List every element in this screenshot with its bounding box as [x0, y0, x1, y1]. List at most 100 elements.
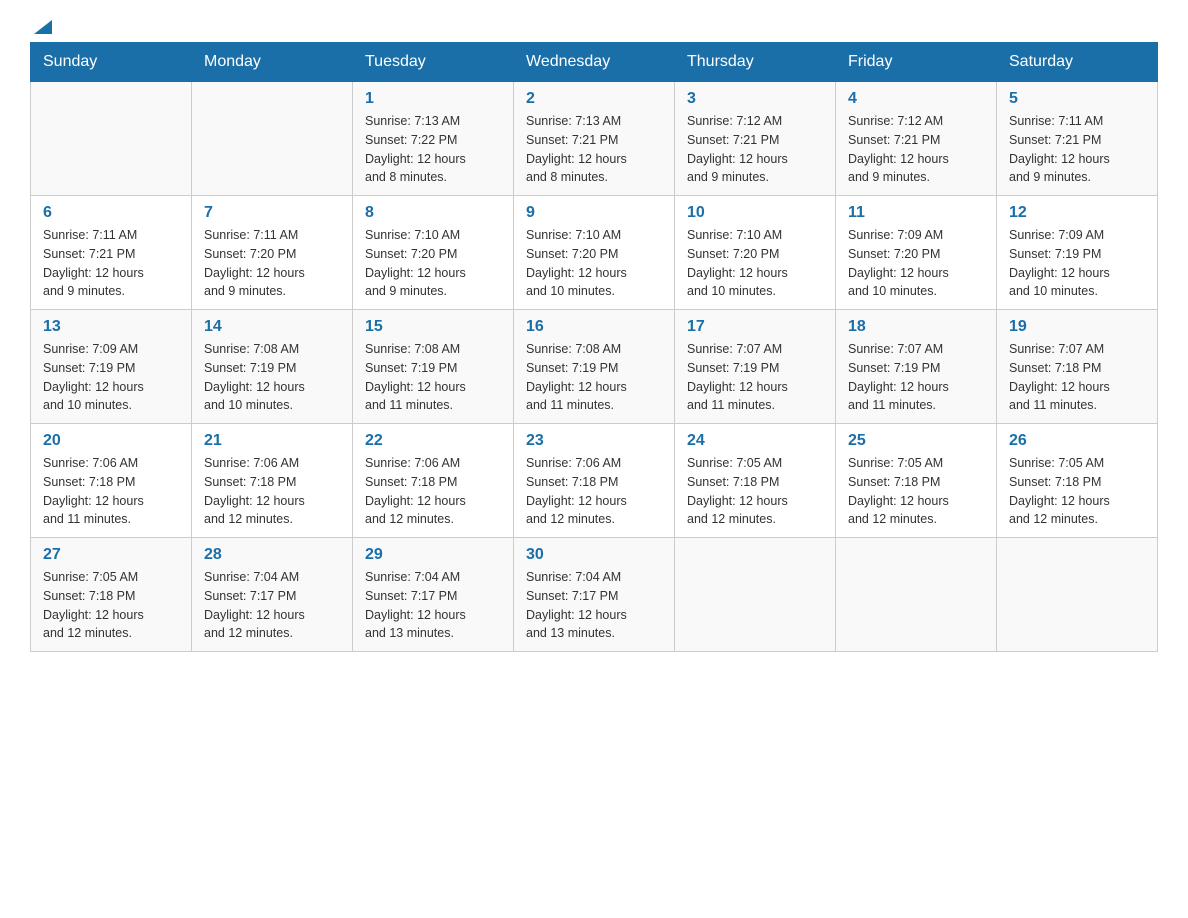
day-info: Sunrise: 7:09 AM Sunset: 7:19 PM Dayligh… [43, 340, 179, 415]
calendar-cell: 24 Sunrise: 7:05 AM Sunset: 7:18 PM Dayli… [675, 424, 836, 538]
calendar-table: SundayMondayTuesdayWednesdayThursdayFrid… [30, 42, 1158, 652]
calendar-cell: 22 Sunrise: 7:06 AM Sunset: 7:18 PM Dayli… [353, 424, 514, 538]
weekday-header-wednesday: Wednesday [514, 43, 675, 82]
day-number: 15 [365, 318, 501, 336]
day-number: 14 [204, 318, 340, 336]
weekday-header-thursday: Thursday [675, 43, 836, 82]
page-header [30, 20, 1158, 32]
day-number: 17 [687, 318, 823, 336]
day-number: 21 [204, 432, 340, 450]
day-number: 7 [204, 204, 340, 222]
calendar-cell: 5 Sunrise: 7:11 AM Sunset: 7:21 PM Daylig… [997, 82, 1158, 196]
calendar-cell [836, 538, 997, 652]
calendar-cell: 2 Sunrise: 7:13 AM Sunset: 7:21 PM Daylig… [514, 82, 675, 196]
calendar-cell [997, 538, 1158, 652]
calendar-cell: 9 Sunrise: 7:10 AM Sunset: 7:20 PM Daylig… [514, 196, 675, 310]
calendar-cell [192, 82, 353, 196]
day-number: 10 [687, 204, 823, 222]
day-info: Sunrise: 7:12 AM Sunset: 7:21 PM Dayligh… [848, 112, 984, 187]
day-info: Sunrise: 7:09 AM Sunset: 7:19 PM Dayligh… [1009, 226, 1145, 301]
day-number: 27 [43, 546, 179, 564]
calendar-body: 1 Sunrise: 7:13 AM Sunset: 7:22 PM Daylig… [31, 82, 1158, 652]
day-info: Sunrise: 7:04 AM Sunset: 7:17 PM Dayligh… [526, 568, 662, 643]
logo [30, 20, 54, 32]
calendar-cell: 16Sunrise: 7:08 AM Sunset: 7:19 PM Dayli… [514, 310, 675, 424]
day-number: 2 [526, 90, 662, 108]
calendar-cell: 12 Sunrise: 7:09 AM Sunset: 7:19 PM Dayli… [997, 196, 1158, 310]
calendar-week-row: 20 Sunrise: 7:06 AM Sunset: 7:18 PM Dayli… [31, 424, 1158, 538]
day-number: 12 [1009, 204, 1145, 222]
day-number: 20 [43, 432, 179, 450]
day-number: 5 [1009, 90, 1145, 108]
calendar-cell: 1 Sunrise: 7:13 AM Sunset: 7:22 PM Daylig… [353, 82, 514, 196]
calendar-cell: 17 Sunrise: 7:07 AM Sunset: 7:19 PM Dayli… [675, 310, 836, 424]
calendar-week-row: 13Sunrise: 7:09 AM Sunset: 7:19 PM Dayli… [31, 310, 1158, 424]
day-info: Sunrise: 7:11 AM Sunset: 7:21 PM Dayligh… [43, 226, 179, 301]
calendar-cell: 14 Sunrise: 7:08 AM Sunset: 7:19 PM Dayli… [192, 310, 353, 424]
day-number: 11 [848, 204, 984, 222]
day-info: Sunrise: 7:12 AM Sunset: 7:21 PM Dayligh… [687, 112, 823, 187]
calendar-cell [31, 82, 192, 196]
day-info: Sunrise: 7:08 AM Sunset: 7:19 PM Dayligh… [365, 340, 501, 415]
day-number: 25 [848, 432, 984, 450]
day-info: Sunrise: 7:11 AM Sunset: 7:21 PM Dayligh… [1009, 112, 1145, 187]
day-number: 23 [526, 432, 662, 450]
calendar-cell: 13Sunrise: 7:09 AM Sunset: 7:19 PM Dayli… [31, 310, 192, 424]
day-info: Sunrise: 7:10 AM Sunset: 7:20 PM Dayligh… [526, 226, 662, 301]
calendar-cell: 19Sunrise: 7:07 AM Sunset: 7:18 PM Dayli… [997, 310, 1158, 424]
day-info: Sunrise: 7:07 AM Sunset: 7:19 PM Dayligh… [687, 340, 823, 415]
calendar-cell: 8Sunrise: 7:10 AM Sunset: 7:20 PM Daylig… [353, 196, 514, 310]
day-info: Sunrise: 7:11 AM Sunset: 7:20 PM Dayligh… [204, 226, 340, 301]
calendar-cell: 26 Sunrise: 7:05 AM Sunset: 7:18 PM Dayli… [997, 424, 1158, 538]
calendar-cell: 23 Sunrise: 7:06 AM Sunset: 7:18 PM Dayli… [514, 424, 675, 538]
day-info: Sunrise: 7:13 AM Sunset: 7:21 PM Dayligh… [526, 112, 662, 187]
day-number: 24 [687, 432, 823, 450]
logo-triangle-icon [32, 16, 54, 38]
calendar-cell: 3 Sunrise: 7:12 AM Sunset: 7:21 PM Daylig… [675, 82, 836, 196]
day-info: Sunrise: 7:05 AM Sunset: 7:18 PM Dayligh… [1009, 454, 1145, 529]
day-info: Sunrise: 7:05 AM Sunset: 7:18 PM Dayligh… [43, 568, 179, 643]
day-info: Sunrise: 7:04 AM Sunset: 7:17 PM Dayligh… [204, 568, 340, 643]
day-info: Sunrise: 7:05 AM Sunset: 7:18 PM Dayligh… [687, 454, 823, 529]
calendar-cell: 15 Sunrise: 7:08 AM Sunset: 7:19 PM Dayli… [353, 310, 514, 424]
calendar-cell: 29Sunrise: 7:04 AM Sunset: 7:17 PM Dayli… [353, 538, 514, 652]
day-number: 8 [365, 204, 501, 222]
day-info: Sunrise: 7:10 AM Sunset: 7:20 PM Dayligh… [687, 226, 823, 301]
calendar-cell: 25Sunrise: 7:05 AM Sunset: 7:18 PM Dayli… [836, 424, 997, 538]
day-number: 16 [526, 318, 662, 336]
day-info: Sunrise: 7:07 AM Sunset: 7:19 PM Dayligh… [848, 340, 984, 415]
calendar-cell: 10 Sunrise: 7:10 AM Sunset: 7:20 PM Dayli… [675, 196, 836, 310]
calendar-cell: 7 Sunrise: 7:11 AM Sunset: 7:20 PM Daylig… [192, 196, 353, 310]
day-number: 22 [365, 432, 501, 450]
day-number: 9 [526, 204, 662, 222]
calendar-cell: 6 Sunrise: 7:11 AM Sunset: 7:21 PM Daylig… [31, 196, 192, 310]
day-number: 3 [687, 90, 823, 108]
calendar-cell: 11Sunrise: 7:09 AM Sunset: 7:20 PM Dayli… [836, 196, 997, 310]
calendar-cell: 27 Sunrise: 7:05 AM Sunset: 7:18 PM Dayli… [31, 538, 192, 652]
day-number: 18 [848, 318, 984, 336]
calendar-cell: 20 Sunrise: 7:06 AM Sunset: 7:18 PM Dayli… [31, 424, 192, 538]
calendar-week-row: 6 Sunrise: 7:11 AM Sunset: 7:21 PM Daylig… [31, 196, 1158, 310]
day-number: 1 [365, 90, 501, 108]
calendar-header: SundayMondayTuesdayWednesdayThursdayFrid… [31, 43, 1158, 82]
day-number: 6 [43, 204, 179, 222]
day-number: 4 [848, 90, 984, 108]
calendar-cell: 4 Sunrise: 7:12 AM Sunset: 7:21 PM Daylig… [836, 82, 997, 196]
weekday-header-saturday: Saturday [997, 43, 1158, 82]
calendar-cell: 30Sunrise: 7:04 AM Sunset: 7:17 PM Dayli… [514, 538, 675, 652]
day-number: 28 [204, 546, 340, 564]
weekday-header-row: SundayMondayTuesdayWednesdayThursdayFrid… [31, 43, 1158, 82]
day-info: Sunrise: 7:06 AM Sunset: 7:18 PM Dayligh… [43, 454, 179, 529]
calendar-week-row: 27 Sunrise: 7:05 AM Sunset: 7:18 PM Dayli… [31, 538, 1158, 652]
calendar-week-row: 1 Sunrise: 7:13 AM Sunset: 7:22 PM Daylig… [31, 82, 1158, 196]
day-info: Sunrise: 7:13 AM Sunset: 7:22 PM Dayligh… [365, 112, 501, 187]
day-info: Sunrise: 7:07 AM Sunset: 7:18 PM Dayligh… [1009, 340, 1145, 415]
calendar-cell [675, 538, 836, 652]
day-info: Sunrise: 7:06 AM Sunset: 7:18 PM Dayligh… [365, 454, 501, 529]
day-info: Sunrise: 7:06 AM Sunset: 7:18 PM Dayligh… [526, 454, 662, 529]
day-info: Sunrise: 7:08 AM Sunset: 7:19 PM Dayligh… [204, 340, 340, 415]
day-info: Sunrise: 7:04 AM Sunset: 7:17 PM Dayligh… [365, 568, 501, 643]
weekday-header-friday: Friday [836, 43, 997, 82]
day-number: 26 [1009, 432, 1145, 450]
day-info: Sunrise: 7:06 AM Sunset: 7:18 PM Dayligh… [204, 454, 340, 529]
